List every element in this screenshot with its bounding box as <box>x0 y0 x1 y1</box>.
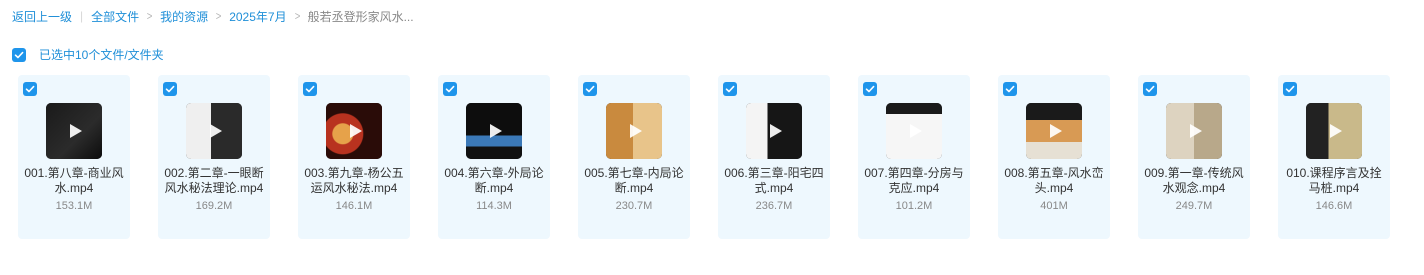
file-size: 169.2M <box>195 200 233 212</box>
selection-count-label: 已选中10个文件/文件夹 <box>39 48 164 62</box>
file-card[interactable]: 009.第一章-传统风水观念.mp4 249.7M <box>1138 75 1250 239</box>
chevron-right-icon: > <box>294 9 300 23</box>
breadcrumb-my-resources[interactable]: 我的资源 <box>160 8 208 25</box>
file-card[interactable]: 004.第六章-外局论断.mp4 114.3M <box>438 75 550 239</box>
video-thumbnail[interactable] <box>186 103 242 159</box>
breadcrumb-month-folder[interactable]: 2025年7月 <box>229 8 286 25</box>
check-icon <box>25 85 35 93</box>
file-card[interactable]: 002.第二章-一眼断风水秘法理论.mp4 169.2M <box>158 75 270 239</box>
file-size: 153.1M <box>55 200 93 212</box>
check-icon <box>445 85 455 93</box>
video-thumbnail[interactable] <box>1306 103 1362 159</box>
file-card[interactable]: 006.第三章-阳宅四式.mp4 236.7M <box>718 75 830 239</box>
play-icon <box>350 124 362 138</box>
file-size: 401M <box>1040 200 1068 212</box>
video-thumbnail[interactable] <box>1026 103 1082 159</box>
check-icon <box>865 85 875 93</box>
play-icon <box>210 124 222 138</box>
video-thumbnail[interactable] <box>46 103 102 159</box>
file-name: 010.课程序言及拴马桩.mp4 <box>1286 166 1382 195</box>
video-thumbnail[interactable] <box>1166 103 1222 159</box>
file-size: 236.7M <box>755 200 793 212</box>
play-icon <box>770 124 782 138</box>
play-icon <box>1190 124 1202 138</box>
video-thumbnail[interactable] <box>606 103 662 159</box>
play-icon <box>1330 124 1342 138</box>
back-link[interactable]: 返回上一级 <box>12 8 72 25</box>
file-size: 249.7M <box>1175 200 1213 212</box>
file-checkbox[interactable] <box>583 82 597 96</box>
play-icon <box>1050 124 1062 138</box>
file-name: 005.第七章-内局论断.mp4 <box>584 166 684 195</box>
file-size: 230.7M <box>615 200 653 212</box>
file-checkbox[interactable] <box>303 82 317 96</box>
file-checkbox[interactable] <box>443 82 457 96</box>
check-icon <box>1005 85 1015 93</box>
file-name: 003.第九章-杨公五运风水秘法.mp4 <box>304 166 404 195</box>
file-size: 146.6M <box>1315 200 1353 212</box>
check-icon <box>1285 85 1295 93</box>
file-name: 008.第五章-风水峦头.mp4 <box>1004 166 1104 195</box>
file-name: 004.第六章-外局论断.mp4 <box>444 166 544 195</box>
file-size: 101.2M <box>895 200 933 212</box>
file-card[interactable]: 010.课程序言及拴马桩.mp4 146.6M <box>1278 75 1390 239</box>
file-card[interactable]: 001.第八章-商业风水.mp4 153.1M <box>18 75 130 239</box>
file-name: 006.第三章-阳宅四式.mp4 <box>724 166 824 195</box>
file-name: 009.第一章-传统风水观念.mp4 <box>1144 166 1244 195</box>
play-icon <box>630 124 642 138</box>
select-all-checkbox[interactable] <box>12 47 26 62</box>
file-checkbox[interactable] <box>863 82 877 96</box>
chevron-right-icon: > <box>215 9 222 23</box>
video-thumbnail[interactable] <box>746 103 802 159</box>
file-name: 001.第八章-商业风水.mp4 <box>24 166 124 195</box>
separator: | <box>80 9 84 23</box>
select-all-bar: 已选中10个文件/文件夹 <box>12 46 164 63</box>
file-card[interactable]: 007.第四章-分房与克应.mp4 101.2M <box>858 75 970 239</box>
video-thumbnail[interactable] <box>466 103 522 159</box>
play-icon <box>490 124 502 138</box>
breadcrumb-all-files[interactable]: 全部文件 <box>91 8 139 25</box>
check-icon <box>165 85 175 93</box>
video-thumbnail[interactable] <box>886 103 942 159</box>
check-icon <box>1145 85 1155 93</box>
file-size: 114.3M <box>476 200 512 212</box>
check-icon <box>585 85 595 93</box>
breadcrumb: 返回上一级 | 全部文件 > 我的资源 > 2025年7月 > 般若丞登形家风水… <box>12 8 414 24</box>
video-thumbnail[interactable] <box>326 103 382 159</box>
file-checkbox[interactable] <box>1143 82 1157 96</box>
file-checkbox[interactable] <box>1003 82 1017 96</box>
file-card[interactable]: 008.第五章-风水峦头.mp4 401M <box>998 75 1110 239</box>
file-checkbox[interactable] <box>1283 82 1297 96</box>
file-card[interactable]: 005.第七章-内局论断.mp4 230.7M <box>578 75 690 239</box>
file-checkbox[interactable] <box>723 82 737 96</box>
check-icon <box>305 85 315 93</box>
play-icon <box>910 124 922 138</box>
file-checkbox[interactable] <box>23 82 37 96</box>
file-size: 146.1M <box>335 200 373 212</box>
file-checkbox[interactable] <box>163 82 177 96</box>
chevron-right-icon: > <box>146 9 153 23</box>
check-icon <box>14 51 24 58</box>
file-name: 002.第二章-一眼断风水秘法理论.mp4 <box>164 166 264 195</box>
check-icon <box>725 85 735 93</box>
breadcrumb-current-folder: 般若丞登形家风水... <box>307 9 414 24</box>
play-icon <box>70 124 82 138</box>
file-name: 007.第四章-分房与克应.mp4 <box>864 166 964 195</box>
file-card[interactable]: 003.第九章-杨公五运风水秘法.mp4 146.1M <box>298 75 410 239</box>
